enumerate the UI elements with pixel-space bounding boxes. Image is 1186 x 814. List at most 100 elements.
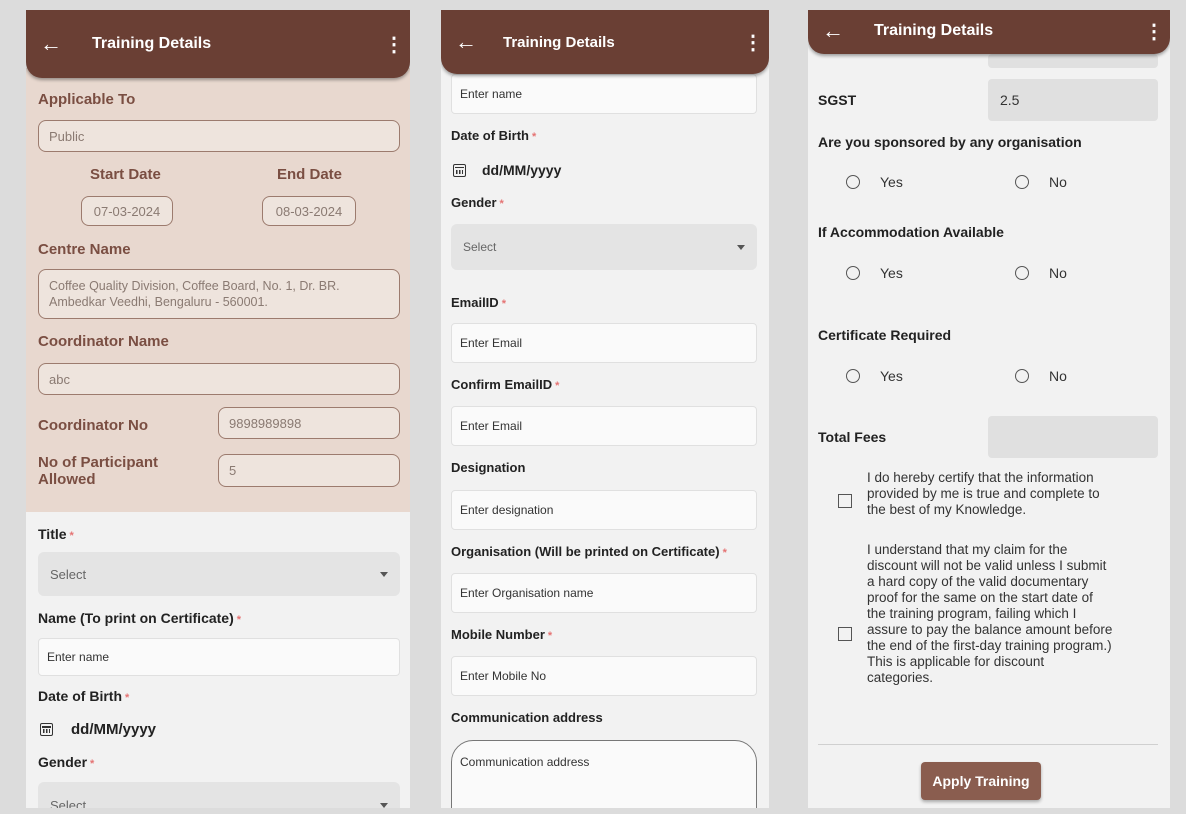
- required-mark: *: [69, 530, 74, 542]
- designation-input[interactable]: Enter designation: [451, 490, 757, 530]
- end-date-field: 08-03-2024: [262, 196, 356, 226]
- option-label: Yes: [880, 368, 903, 384]
- more-menu-icon[interactable]: ⋮: [1144, 19, 1164, 44]
- declaration-line: I understand that my claim for the: [867, 542, 1068, 557]
- gender-select[interactable]: Select: [38, 782, 400, 808]
- gender-select-value: Select: [463, 240, 497, 254]
- certificate-no-option[interactable]: No: [1015, 368, 1067, 384]
- declaration-2-checkbox[interactable]: [838, 627, 852, 641]
- required-mark: *: [501, 298, 506, 310]
- applicable-to-field: Public: [38, 120, 400, 152]
- option-label: Yes: [880, 174, 903, 190]
- centre-name-label: Centre Name: [38, 241, 131, 258]
- declaration-line: categories.: [867, 670, 934, 685]
- confirm-email-input[interactable]: Enter Email: [451, 406, 757, 446]
- name-input[interactable]: Enter name: [38, 638, 400, 676]
- app-bar-title: Training Details: [874, 22, 994, 39]
- app-bar: ← Training Details ⋮: [26, 10, 410, 78]
- calendar-icon: [453, 163, 466, 177]
- gender-select[interactable]: Select: [451, 224, 757, 270]
- accommodation-label: If Accommodation Available: [818, 224, 1004, 240]
- sponsored-no-option[interactable]: No: [1015, 174, 1067, 190]
- sponsored-yes-option[interactable]: Yes: [846, 174, 903, 190]
- required-mark: *: [547, 630, 553, 642]
- accommodation-no-option[interactable]: No: [1015, 265, 1067, 281]
- declaration-1-text: I do hereby certify that the information…: [867, 470, 1100, 518]
- back-arrow-icon[interactable]: ←: [455, 29, 485, 55]
- dob-placeholder: dd/MM/yyyy: [71, 721, 157, 738]
- certificate-yes-option[interactable]: Yes: [846, 368, 903, 384]
- declaration-line: provided by me is true and complete to: [867, 486, 1100, 501]
- declaration-line: the training program, failing which I: [867, 606, 1077, 621]
- screen-1: ← Training Details ⋮ Applicable To Publi…: [26, 10, 410, 808]
- applicable-to-label: Applicable To: [38, 91, 136, 108]
- dob-picker[interactable]: dd/MM/yyyy: [453, 162, 561, 178]
- radio-button[interactable]: [1015, 175, 1029, 189]
- centre-name-field: Coffee Quality Division, Coffee Board, N…: [38, 269, 400, 319]
- more-menu-icon[interactable]: ⋮: [743, 30, 763, 55]
- title-select-value: Select: [50, 566, 87, 582]
- end-date-label: End Date: [277, 166, 343, 183]
- participants-label-line: Allowed: [38, 471, 96, 488]
- participants-label: No of Participant Allowed: [38, 454, 158, 488]
- gender-label: Gender *: [451, 195, 504, 210]
- option-label: Yes: [880, 265, 903, 281]
- dob-picker[interactable]: dd/MM/yyyy: [40, 721, 156, 738]
- screen-3: ← Training Details ⋮ SGST 2.5 Are you sp…: [808, 10, 1170, 808]
- radio-button[interactable]: [846, 175, 860, 189]
- more-menu-icon[interactable]: ⋮: [384, 32, 404, 57]
- radio-button[interactable]: [846, 369, 860, 383]
- title-label: Title *: [38, 526, 74, 542]
- declaration-line: assure to pay the balance amount before: [867, 622, 1113, 637]
- declaration-line: discount will not be valid unless I subm…: [867, 558, 1107, 573]
- declaration-1-checkbox[interactable]: [838, 494, 852, 508]
- back-arrow-icon[interactable]: ←: [822, 18, 852, 44]
- required-mark: *: [555, 380, 560, 392]
- mobile-input[interactable]: Enter Mobile No: [451, 656, 757, 696]
- designation-label: Designation: [451, 460, 526, 475]
- declaration-line: the end of the first-day training progra…: [867, 638, 1112, 653]
- organisation-label: Organisation (Will be printed on Certifi…: [451, 544, 727, 559]
- sgst-label: SGST: [818, 92, 857, 108]
- declaration-line: a hard copy of the valid documentary: [867, 574, 1089, 589]
- required-mark: *: [722, 547, 727, 559]
- dob-placeholder: dd/MM/yyyy: [482, 162, 562, 178]
- coordinator-name-field: abc: [38, 363, 400, 395]
- coordinator-no-field: 9898989898: [218, 407, 400, 439]
- app-bar-title: Training Details: [503, 33, 615, 51]
- address-textarea[interactable]: Communication address: [451, 740, 757, 808]
- back-arrow-icon[interactable]: ←: [40, 31, 70, 57]
- mobile-label: Mobile Number *: [451, 627, 553, 642]
- accommodation-yes-option[interactable]: Yes: [846, 265, 903, 281]
- email-input[interactable]: Enter Email: [451, 323, 757, 363]
- dropdown-caret-icon: [380, 571, 388, 577]
- declaration-line: the best of my Knowledge.: [867, 502, 1027, 517]
- start-date-field: 07-03-2024: [81, 196, 173, 226]
- email-label: EmailID *: [451, 295, 506, 310]
- dob-label: Date of Birth *: [38, 688, 130, 704]
- apply-training-button[interactable]: Apply Training: [921, 762, 1041, 800]
- participants-field: 5: [218, 454, 400, 487]
- start-date-label: Start Date: [90, 166, 161, 183]
- radio-button[interactable]: [1015, 266, 1029, 280]
- gender-select-value: Select: [50, 798, 87, 808]
- app-bar-title: Training Details: [92, 35, 212, 52]
- divider: [818, 744, 1158, 745]
- total-fees-field: [988, 416, 1158, 458]
- dropdown-caret-icon: [380, 803, 388, 808]
- participants-label-line: No of Participant: [38, 454, 159, 471]
- declaration-line: proof for the same on the start date of: [867, 590, 1093, 605]
- centre-name-line: Coffee Quality Division, Coffee Board, N…: [49, 279, 340, 293]
- app-bar: ← Training Details ⋮: [808, 10, 1170, 54]
- app-bar: ← Training Details ⋮: [441, 10, 769, 74]
- option-label: No: [1049, 368, 1067, 384]
- sponsored-label: Are you sponsored by any organisation: [818, 134, 1082, 150]
- coordinator-name-label: Coordinator Name: [38, 333, 169, 350]
- name-input[interactable]: Enter name: [451, 74, 757, 114]
- organisation-input[interactable]: Enter Organisation name: [451, 573, 757, 613]
- dropdown-caret-icon: [737, 244, 745, 250]
- title-select[interactable]: Select: [38, 552, 400, 596]
- address-label: Communication address: [451, 710, 603, 725]
- radio-button[interactable]: [846, 266, 860, 280]
- radio-button[interactable]: [1015, 369, 1029, 383]
